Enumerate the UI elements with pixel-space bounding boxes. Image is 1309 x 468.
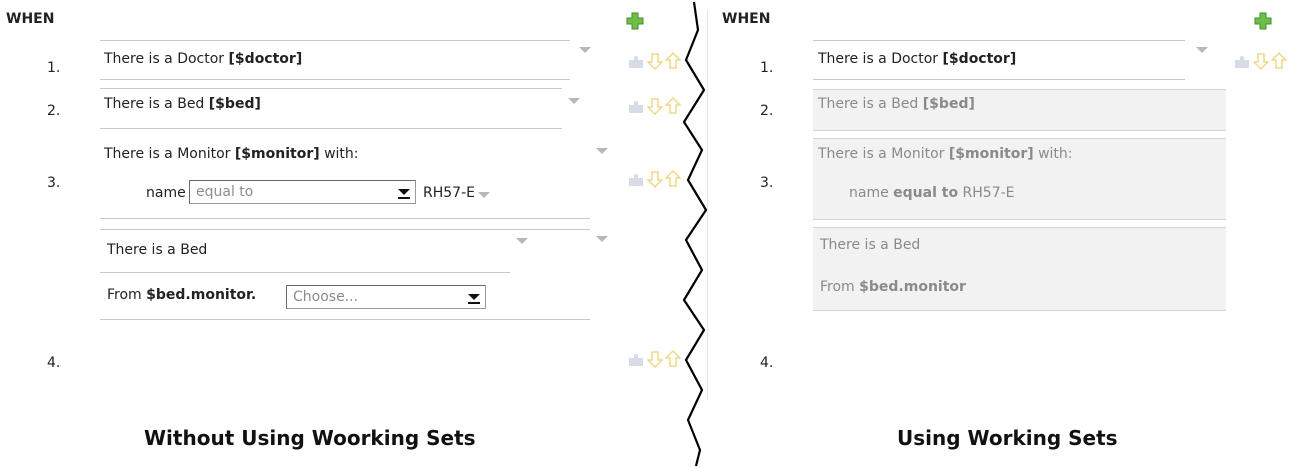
- fact-bed: There is a Bed [$bed]: [818, 96, 975, 112]
- row-number-3: 3.: [760, 175, 774, 191]
- fact-doctor[interactable]: There is a Doctor [$doctor]: [818, 51, 1016, 67]
- value-text[interactable]: RH57-E: [423, 185, 475, 201]
- when-label: WHEN: [6, 11, 55, 27]
- arrow-up-icon[interactable]: [1271, 52, 1287, 70]
- value-text: RH57-E: [962, 185, 1015, 201]
- right-caption: Using Working Sets: [897, 426, 1118, 450]
- arrow-down-icon[interactable]: [647, 97, 663, 115]
- from-binding: $bed.monitor: [859, 279, 966, 295]
- fact-bed[interactable]: There is a Bed [$bed]: [104, 96, 261, 112]
- operator-select[interactable]: equal to: [189, 180, 416, 204]
- fact-bed-2[interactable]: There is a Bed: [107, 242, 207, 258]
- fact-bed-2: There is a Bed: [820, 237, 921, 253]
- green-plus-icon[interactable]: [1254, 12, 1272, 30]
- row-number-2: 2.: [760, 103, 774, 119]
- field-name-label: name: [146, 185, 186, 201]
- arrow-down-icon[interactable]: [1253, 52, 1269, 70]
- fact-bed-label: There is a Bed: [104, 96, 209, 112]
- fact-monitor-binding: [$monitor]: [948, 146, 1034, 162]
- field-constraint: name equal to RH57-E: [849, 185, 1015, 201]
- chevron-down-icon[interactable]: [1196, 47, 1208, 53]
- fact-monitor: There is a Monitor [$monitor] with:: [818, 146, 1073, 162]
- arrow-down-icon[interactable]: [647, 52, 663, 70]
- field-name-label: name: [849, 185, 894, 201]
- chevron-down-icon[interactable]: [596, 236, 608, 242]
- fact-doctor[interactable]: There is a Doctor [$doctor]: [104, 51, 302, 67]
- left-caption: Without Using Woorking Sets: [144, 426, 476, 450]
- from-binding: $bed.monitor.: [146, 287, 257, 303]
- fact-doctor-binding: [$doctor]: [942, 51, 1017, 67]
- row-number-4: 4.: [760, 355, 774, 371]
- operator-text: equal to: [893, 185, 959, 201]
- puzzle-insert-icon[interactable]: [627, 52, 645, 70]
- fact-doctor-label: There is a Doctor: [104, 51, 229, 67]
- chevron-down-icon[interactable]: [516, 238, 528, 244]
- arrow-down-icon[interactable]: [647, 170, 663, 188]
- from-clause: From $bed.monitor: [820, 279, 966, 295]
- select-arrow-icon[interactable]: [395, 183, 413, 201]
- zigzag-separator: [682, 1, 708, 467]
- from-clause: From $bed.monitor.: [107, 287, 256, 303]
- fact-monitor-label: There is a Monitor: [818, 146, 949, 162]
- green-plus-icon[interactable]: [626, 12, 644, 30]
- when-label: WHEN: [722, 11, 771, 27]
- fact-monitor-label: There is a Monitor: [104, 146, 235, 162]
- fact-monitor-suffix: with:: [1033, 146, 1073, 162]
- chevron-down-icon[interactable]: [568, 98, 580, 104]
- chevron-down-icon[interactable]: [579, 47, 591, 53]
- fact-bed-binding: [$bed]: [922, 96, 975, 112]
- fact-doctor-label: There is a Doctor: [818, 51, 943, 67]
- row-number-2: 2.: [47, 103, 61, 119]
- row-number-4: 4.: [47, 355, 61, 371]
- fact-bed-label: There is a Bed: [818, 96, 923, 112]
- from-label: From: [820, 279, 860, 295]
- fact-monitor-binding: [$monitor]: [234, 146, 320, 162]
- row-number-3: 3.: [47, 175, 61, 191]
- puzzle-insert-icon[interactable]: [627, 97, 645, 115]
- choose-select-value: Choose...: [293, 289, 359, 305]
- select-arrow-icon[interactable]: [465, 288, 483, 306]
- fact-doctor-binding: [$doctor]: [228, 51, 303, 67]
- chevron-down-icon[interactable]: [478, 192, 490, 198]
- from-label: From: [107, 287, 147, 303]
- fact-monitor[interactable]: There is a Monitor [$monitor] with:: [104, 146, 359, 162]
- row-number-1: 1.: [760, 60, 774, 76]
- puzzle-insert-icon[interactable]: [627, 350, 645, 368]
- arrow-down-icon[interactable]: [647, 350, 663, 368]
- operator-select-value: equal to: [196, 184, 254, 200]
- chevron-down-icon[interactable]: [596, 148, 608, 154]
- fact-monitor-suffix: with:: [319, 146, 359, 162]
- puzzle-insert-icon[interactable]: [627, 170, 645, 188]
- fact-bed-binding: [$bed]: [208, 96, 261, 112]
- choose-select[interactable]: Choose...: [286, 285, 486, 309]
- row-number-1: 1.: [47, 60, 61, 76]
- puzzle-insert-icon[interactable]: [1233, 52, 1251, 70]
